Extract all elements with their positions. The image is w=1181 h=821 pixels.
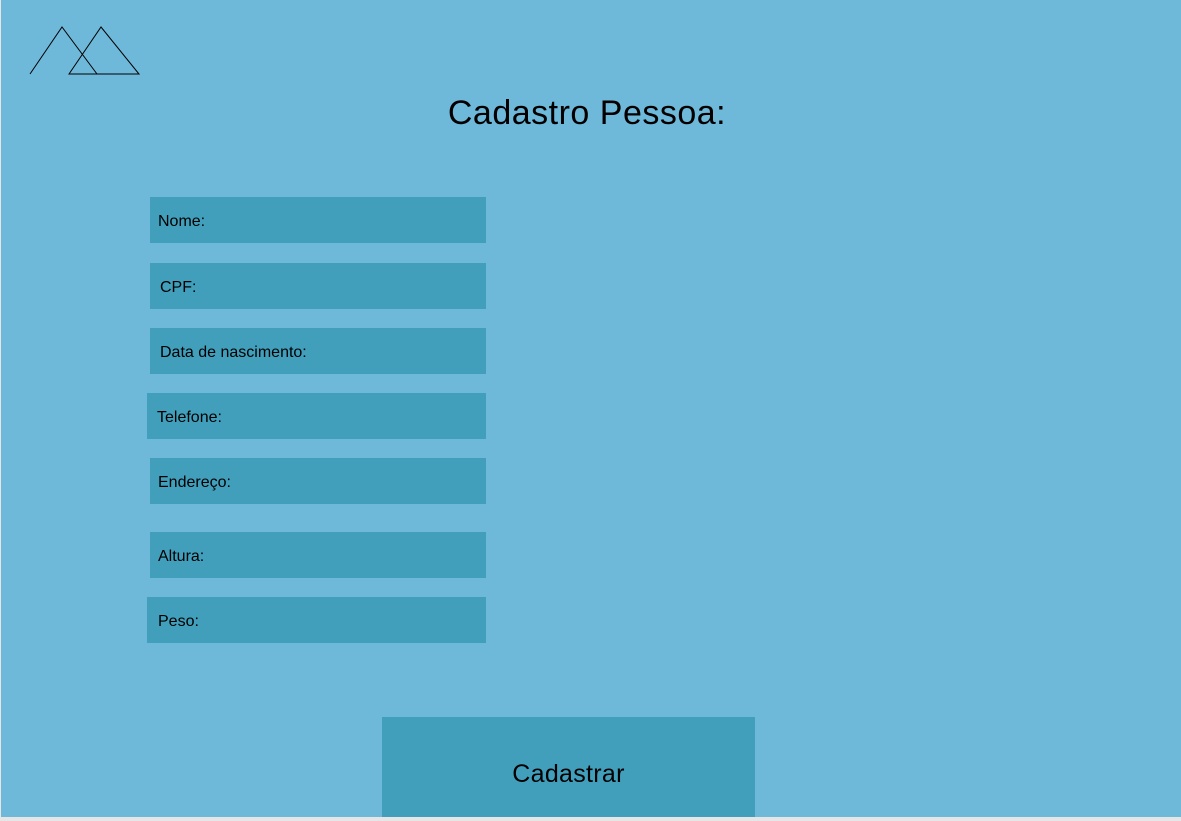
address-field[interactable]: Endereço: [150, 458, 486, 504]
name-field-label: Nome: [158, 213, 206, 230]
address-field-label: Endereço: [158, 474, 231, 491]
mountains-icon [29, 26, 141, 75]
phone-field[interactable]: Telefone: [147, 393, 486, 439]
page-title: Cadastro Pessoa: [447, 94, 727, 132]
birthdate-field[interactable]: Data de nascimento: [150, 328, 486, 374]
submit-button[interactable]: Cadastrar [382, 717, 755, 817]
submit-button-label: Cadastrar [512, 759, 625, 788]
weight-field-label: Peso: [158, 613, 199, 630]
height-field[interactable]: Altura: [150, 532, 486, 578]
name-field[interactable]: Nome: [150, 197, 486, 243]
birthdate-field-label: Data de nascimento: [160, 344, 307, 361]
weight-field[interactable]: Peso: [147, 597, 486, 643]
cpf-field[interactable]: CPF: [150, 263, 486, 309]
height-field-label: Altura: [158, 548, 205, 565]
page-container: Cadastro Pessoa: Nome: CPF: Data de nasc… [1, 0, 1181, 817]
phone-field-label: Telefone: [157, 409, 222, 426]
cpf-field-label: CPF: [160, 279, 197, 296]
